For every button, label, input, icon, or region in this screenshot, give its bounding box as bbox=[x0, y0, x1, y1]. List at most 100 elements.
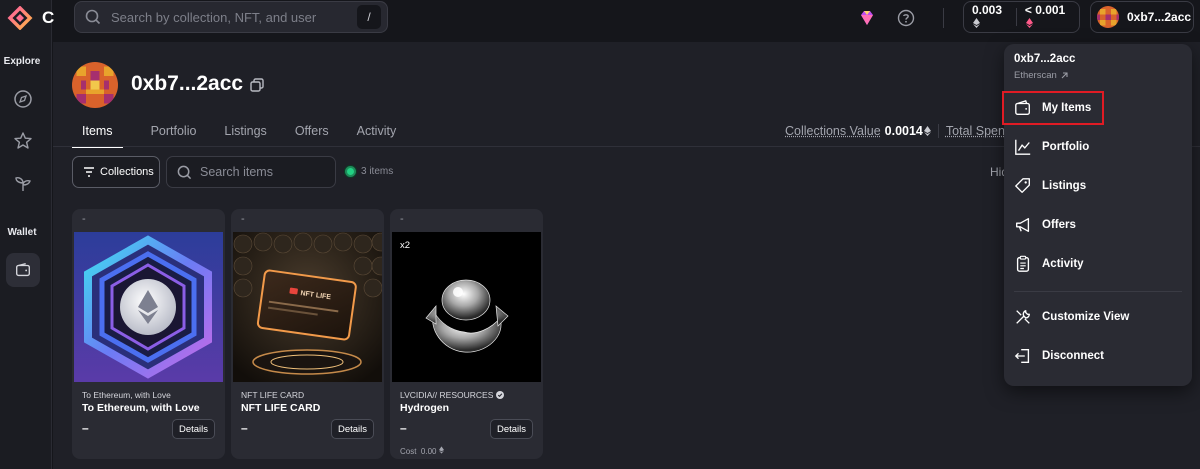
nft-image: NFT LIFE bbox=[233, 232, 382, 382]
etherscan-link[interactable]: Etherscan bbox=[1014, 70, 1069, 81]
collections-filter-label: Collections bbox=[100, 166, 154, 178]
tab-portfolio[interactable]: Portfolio bbox=[151, 124, 197, 148]
item-count: 3 items bbox=[345, 166, 393, 177]
collections-value: 0.0014 bbox=[884, 124, 923, 138]
collections-value-label: Collections Value bbox=[785, 124, 881, 138]
sprout-button[interactable] bbox=[6, 166, 40, 200]
nft-image bbox=[74, 232, 223, 382]
wallet-label: Wallet bbox=[7, 227, 37, 238]
card-name: NFT LIFE CARD bbox=[241, 402, 321, 414]
card-top-label: - bbox=[82, 213, 86, 225]
eth-balance-value: 0.003 bbox=[972, 3, 1003, 17]
cost-value: 0.00 bbox=[420, 447, 437, 456]
chart-icon bbox=[1015, 139, 1031, 155]
explore-label: Explore bbox=[3, 56, 41, 67]
details-button[interactable]: Details bbox=[331, 419, 374, 439]
external-link-icon bbox=[1061, 72, 1068, 79]
search-icon bbox=[85, 9, 101, 25]
search-icon bbox=[177, 165, 192, 179]
details-button[interactable]: Details bbox=[490, 419, 533, 439]
tab-offers[interactable]: Offers bbox=[295, 124, 329, 148]
tab-items[interactable]: Items bbox=[72, 124, 123, 148]
account-button[interactable]: 0xb7...2acc bbox=[1090, 1, 1194, 33]
app-logo-icon[interactable] bbox=[6, 6, 34, 30]
card-collection: To Ethereum, with Love bbox=[82, 390, 171, 400]
card-collection-label: LVCIDIA// RESOURCES bbox=[400, 390, 494, 400]
left-rail: Explore Wallet bbox=[0, 0, 52, 469]
nft-card[interactable]: - To Ethereum, with Love To Ethereum, wi… bbox=[72, 209, 225, 459]
profile-stats: Collections Value 0.0014 Total Spen bbox=[785, 124, 1005, 138]
total-spent-label: Total Spen bbox=[945, 124, 1005, 138]
menu-item-my-items[interactable]: My Items bbox=[1002, 91, 1104, 125]
account-address: 0xb7...2acc bbox=[1127, 10, 1192, 24]
cost-label: Cost bbox=[400, 447, 417, 456]
favorites-button[interactable] bbox=[6, 124, 40, 158]
tools-icon bbox=[1016, 310, 1030, 324]
menu-item-activity[interactable]: Activity bbox=[1004, 247, 1192, 281]
weth-balance-value: < 0.001 bbox=[1024, 3, 1066, 17]
menu-item-disconnect[interactable]: Disconnect bbox=[1004, 339, 1192, 373]
item-count-label: 3 items bbox=[361, 166, 394, 177]
card-collection: NFT LIFE CARD bbox=[241, 390, 305, 400]
eth-icon bbox=[923, 126, 931, 136]
menu-item-label: My Items bbox=[1042, 102, 1092, 114]
megaphone-icon bbox=[1016, 218, 1030, 232]
profile-name: 0xb7...2acc bbox=[131, 72, 244, 95]
global-search-input[interactable]: Search by collection, NFT, and user / bbox=[74, 1, 388, 33]
status-dot-icon bbox=[345, 166, 356, 177]
clipboard-icon bbox=[1016, 255, 1030, 272]
menu-item-customize-view[interactable]: Customize View bbox=[1004, 300, 1192, 334]
profile-tabs: Items Portfolio Listings Offers Activity bbox=[72, 124, 424, 148]
menu-item-portfolio[interactable]: Portfolio bbox=[1004, 130, 1192, 164]
card-quantity: x2 bbox=[400, 240, 411, 251]
card-name: To Ethereum, with Love bbox=[82, 402, 200, 414]
topbar-divider bbox=[943, 8, 944, 28]
logout-icon bbox=[1014, 349, 1030, 363]
menu-account-address: 0xb7...2acc bbox=[1014, 53, 1076, 65]
eth-balance: 0.003 bbox=[964, 3, 1016, 31]
card-name: Hydrogen bbox=[400, 402, 450, 414]
menu-item-label: Customize View bbox=[1042, 311, 1130, 323]
card-price: – bbox=[82, 421, 89, 435]
nft-card[interactable]: - NFT LIFE NFT LIFE CARD NFT LIFE CARD –… bbox=[231, 209, 384, 459]
explore-compass-button[interactable] bbox=[6, 82, 40, 116]
wallet-icon bbox=[16, 263, 30, 277]
card-collection: LVCIDIA// RESOURCES bbox=[400, 390, 505, 400]
nft-card[interactable]: - x2 LVCIDIA// RESOURCES Hydrogen – Deta… bbox=[390, 209, 543, 459]
help-icon[interactable] bbox=[897, 9, 915, 27]
balance-widget[interactable]: 0.003 < 0.001 bbox=[963, 1, 1080, 33]
tag-icon bbox=[1015, 178, 1030, 193]
menu-item-label: Portfolio bbox=[1042, 141, 1090, 153]
tab-listings[interactable]: Listings bbox=[224, 124, 266, 148]
menu-item-label: Activity bbox=[1042, 258, 1084, 270]
copy-icon[interactable] bbox=[249, 77, 265, 93]
eth-icon bbox=[973, 18, 980, 28]
collections-filter-button[interactable]: Collections bbox=[72, 156, 160, 188]
avatar bbox=[1097, 6, 1119, 28]
compass-icon bbox=[14, 90, 32, 108]
sprout-icon bbox=[15, 177, 31, 191]
menu-item-listings[interactable]: Listings bbox=[1004, 169, 1192, 203]
app-logo-letter: C bbox=[42, 8, 55, 27]
wallet-icon bbox=[1015, 99, 1030, 115]
gem-icon[interactable] bbox=[858, 9, 876, 27]
wallet-button[interactable] bbox=[6, 253, 40, 287]
account-dropdown-menu: 0xb7...2acc Etherscan My Items Portfolio… bbox=[1002, 44, 1192, 386]
menu-divider bbox=[1014, 291, 1182, 292]
eth-icon bbox=[438, 446, 444, 454]
card-price: – bbox=[400, 421, 407, 435]
verified-icon bbox=[496, 391, 505, 399]
menu-item-offers[interactable]: Offers bbox=[1004, 208, 1192, 242]
tab-activity[interactable]: Activity bbox=[357, 124, 397, 148]
profile-avatar bbox=[72, 62, 118, 108]
stats-separator bbox=[937, 124, 939, 138]
menu-item-label: Offers bbox=[1042, 219, 1076, 231]
search-shortcut-key: / bbox=[357, 5, 381, 29]
card-top-label: - bbox=[241, 213, 245, 225]
menu-item-label: Listings bbox=[1042, 180, 1087, 192]
search-placeholder: Search by collection, NFT, and user bbox=[111, 9, 317, 25]
card-cost: Cost 0.00 bbox=[400, 446, 444, 456]
weth-icon bbox=[1025, 18, 1033, 28]
search-items-input[interactable]: Search items bbox=[166, 156, 336, 188]
details-button[interactable]: Details bbox=[172, 419, 215, 439]
